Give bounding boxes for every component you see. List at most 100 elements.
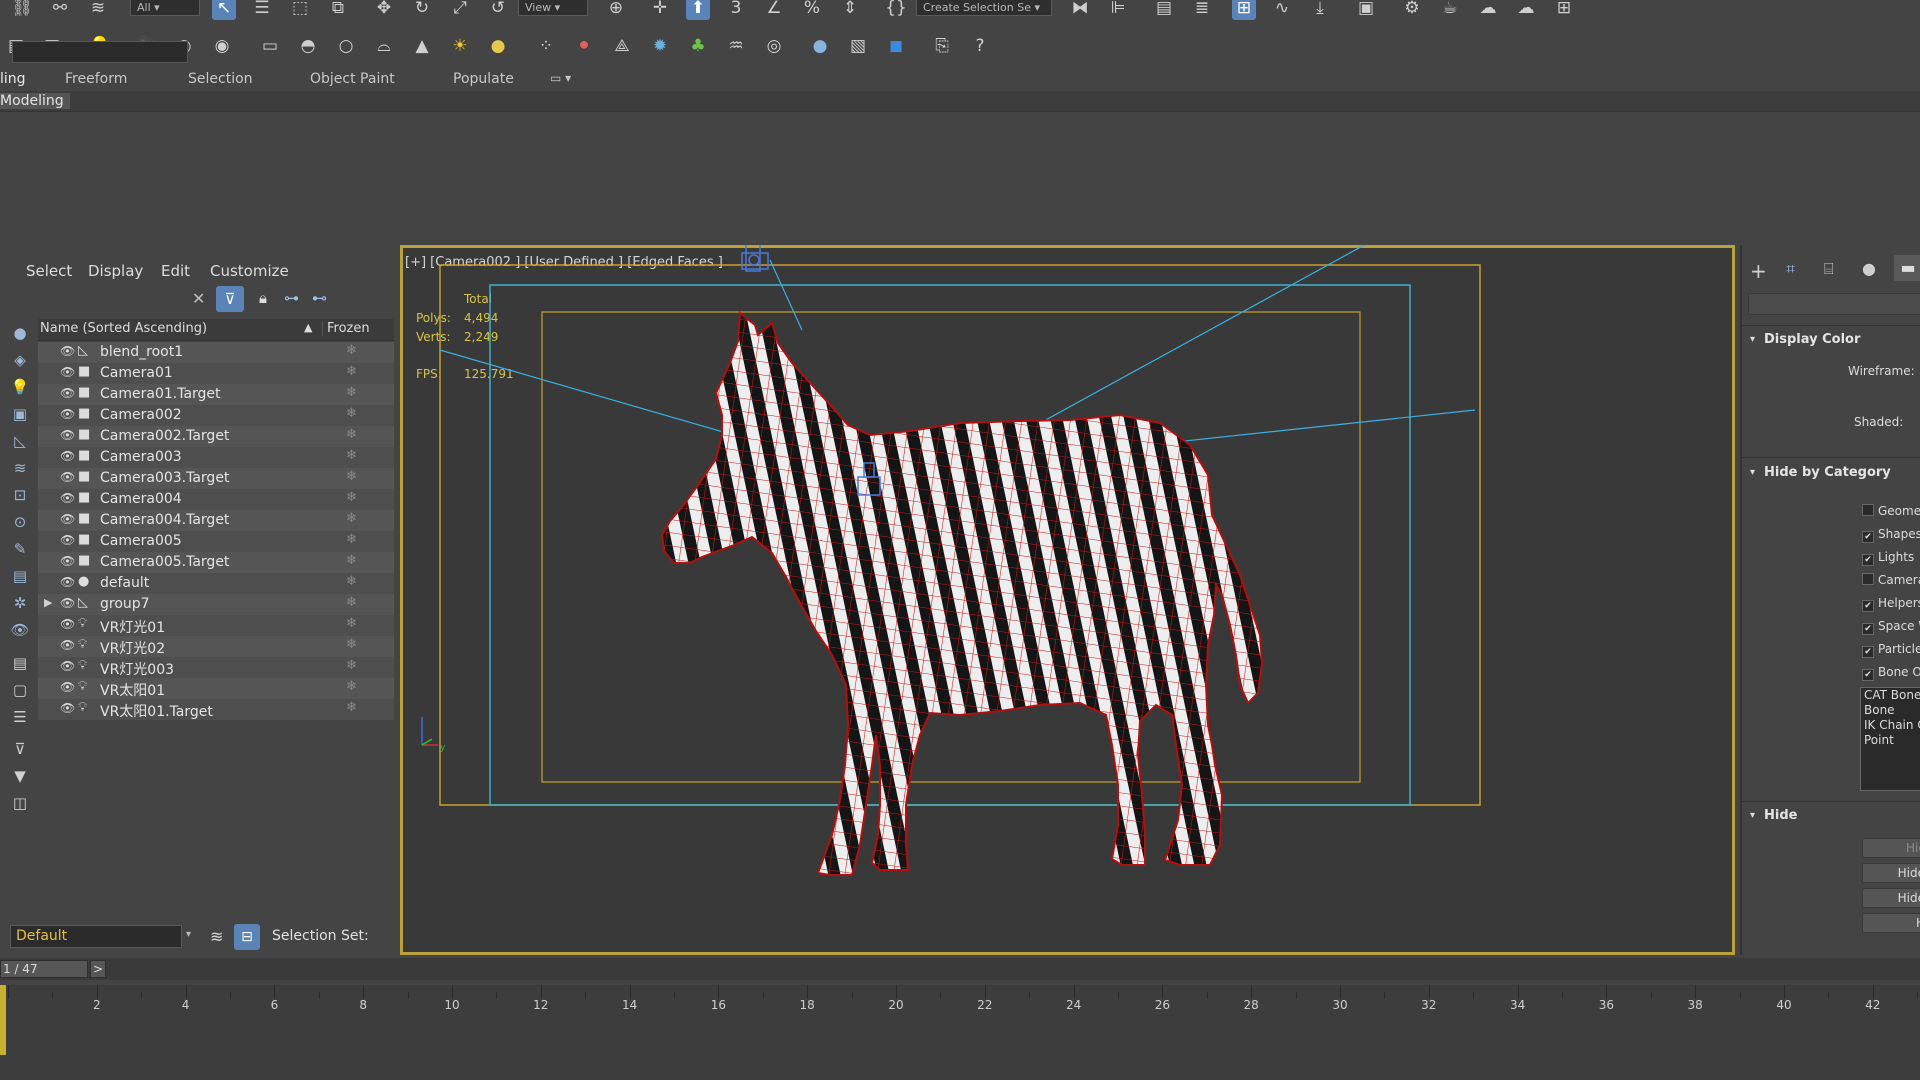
help-icon[interactable]: ? [968, 34, 992, 58]
display-bones-icon[interactable]: ✎ [8, 538, 32, 560]
curve-editor-icon[interactable]: ∿ [1270, 0, 1294, 20]
scene-object-row[interactable]: 👁︎ 💡︎ VR灯光02 ❄ [38, 636, 394, 657]
display-geometry-icon[interactable]: ● [8, 322, 32, 344]
unlink-icon[interactable]: ⚯ [48, 0, 72, 20]
reference-coord-dropdown[interactable]: View ▾ [518, 0, 588, 16]
render-grid-icon[interactable]: ⊞ [1552, 0, 1576, 20]
freeze-toggle-icon[interactable]: ❄ [346, 448, 357, 463]
display-particles-icon[interactable]: ✲ [8, 592, 32, 614]
select-object-icon[interactable]: ↖ [212, 0, 236, 20]
display-color-rollout[interactable]: Display Color [1764, 332, 1860, 347]
tab-selection[interactable]: Selection [188, 71, 253, 87]
hide-by-name-button[interactable]: Hide [1862, 888, 1920, 908]
keyboard-shortcut-override-icon[interactable]: ⬆ [686, 0, 710, 20]
tab-modeling[interactable]: ling [0, 71, 26, 87]
name-column-header[interactable]: Name (Sorted Ascending) [40, 321, 207, 336]
layer-explorer-icon[interactable]: ≣ [1190, 0, 1214, 20]
bucket-icon[interactable]: ◫ [8, 792, 32, 814]
freeze-toggle-icon[interactable]: ❄ [346, 385, 357, 400]
visibility-eye-icon[interactable]: 👁︎ [60, 407, 75, 421]
hierarchy-mode-icon[interactable]: ⊟ [234, 924, 260, 950]
spinner-snap-icon[interactable]: ⇕ [838, 0, 862, 20]
scene-object-row[interactable]: 👁︎ ■ Camera003 ❄ [38, 447, 394, 468]
scale-icon[interactable]: ⤢ [448, 0, 472, 20]
category-list-item[interactable]: CAT Bone [1861, 688, 1920, 703]
category-checkbox[interactable]: ✔ Helpers [1862, 596, 1920, 612]
filter-toggle-icon[interactable]: ▼ [8, 765, 32, 787]
rect-selection-icon[interactable]: ⬚ [288, 0, 312, 20]
scene-object-row[interactable]: 👁︎ 💡︎ VR灯光003 ❄ [38, 657, 394, 678]
scene-object-row[interactable]: 👁︎ ■ Camera005 ❄ [38, 531, 394, 552]
category-checkbox[interactable]: ✔ Shapes [1862, 527, 1920, 543]
scene-object-row[interactable]: 👁︎ 💡︎ VR太阳01.Target ❄ [38, 699, 394, 720]
hide-by-category-rollout[interactable]: Hide by Category [1764, 465, 1891, 480]
category-checkbox[interactable]: ✔ Lights [1862, 550, 1914, 566]
category-list-item[interactable]: IK Chain O [1861, 718, 1920, 733]
freeze-toggle-icon[interactable]: ❄ [346, 700, 357, 715]
render-cloud-icon[interactable]: ☁ [1514, 0, 1538, 20]
hierarchy-tab-icon[interactable]: ⌸ [1824, 259, 1834, 279]
vray-fur-icon[interactable]: ◉ [210, 34, 234, 58]
named-selection-set-dropdown[interactable]: Create Selection Se ▾ [916, 0, 1052, 16]
freeze-toggle-icon[interactable]: ❄ [346, 532, 357, 547]
category-list[interactable]: CAT Bone Bone IK Chain O Point [1860, 687, 1920, 791]
material-editor-icon[interactable]: ▣ [1354, 0, 1378, 20]
scene-object-row[interactable]: 👁︎ ■ Camera004.Target ❄ [38, 510, 394, 531]
menu-select[interactable]: Select [26, 262, 72, 280]
display-all-icon[interactable]: ▤ [8, 652, 32, 674]
scene-object-row[interactable]: 👁︎ ■ Camera002 ❄ [38, 405, 394, 426]
vray-mesh-icon[interactable]: ⟁ [610, 34, 634, 58]
frozen-column-header[interactable]: Frozen [322, 321, 370, 336]
scene-object-row[interactable]: 👁︎ ◺ blend_root1 ❄ [38, 342, 394, 363]
menu-display[interactable]: Display [88, 262, 143, 280]
display-containers-icon[interactable]: ▤ [8, 565, 32, 587]
display-groups-icon[interactable]: ⊡ [8, 484, 32, 506]
hide-by-hit-button[interactable]: H [1862, 913, 1920, 933]
layer-dropdown-arrow-icon[interactable]: ▾ [186, 929, 191, 940]
visibility-eye-icon[interactable]: 👁︎ [60, 617, 75, 631]
visibility-eye-icon[interactable]: 👁︎ [60, 470, 75, 484]
vray-ambient-light-icon[interactable]: ▲ [410, 34, 434, 58]
schematic-view-icon[interactable]: ⤓ [1308, 0, 1332, 20]
sort-ascending-icon[interactable]: ▲ [304, 321, 312, 334]
display-shapes-icon[interactable]: ◈ [8, 349, 32, 371]
freeze-toggle-icon[interactable]: ❄ [346, 469, 357, 484]
freeze-toggle-icon[interactable]: ❄ [346, 427, 357, 442]
vray-scatter-icon[interactable]: ⚫ [572, 34, 596, 58]
scene-object-row[interactable]: 👁︎ 💡︎ VR太阳01 ❄ [38, 678, 394, 699]
expand-arrow-icon[interactable]: ▶ [44, 596, 52, 609]
create-tab-icon[interactable]: + [1750, 259, 1767, 283]
layer-stack-icon[interactable]: ≋ [210, 927, 223, 946]
select-manipulate-icon[interactable]: ✛ [648, 0, 672, 20]
scene-object-row[interactable]: 👁︎ ■ Camera005.Target ❄ [38, 552, 394, 573]
freeze-toggle-icon[interactable]: ❄ [346, 637, 357, 652]
freeze-toggle-icon[interactable]: ❄ [346, 343, 357, 358]
visibility-eye-icon[interactable]: 👁︎ [60, 638, 75, 652]
scene-object-row[interactable]: 👁︎ ■ Camera004 ❄ [38, 489, 394, 510]
selection-filter-dropdown[interactable]: All ▾ [130, 0, 200, 16]
ribbon-options-icon[interactable]: ▭ ▾ [550, 71, 571, 85]
angle-snap-icon[interactable]: ∠ [762, 0, 786, 20]
ribbon-toggle-icon[interactable]: ⊞ [1232, 0, 1256, 20]
bind-spacewarp-icon[interactable]: ≋ [86, 0, 110, 20]
visibility-eye-icon[interactable]: 👁︎ [60, 659, 75, 673]
category-checkbox[interactable]: ✔ Bone Ob [1862, 665, 1920, 681]
placement-icon[interactable]: ↺ [486, 0, 510, 20]
subtab-modeling[interactable]: Modeling [0, 93, 70, 109]
tab-object-paint[interactable]: Object Paint [310, 71, 395, 87]
rendered-frame-icon[interactable]: ☕ [1438, 0, 1462, 20]
checkbox-icon[interactable]: ✔ [1862, 646, 1874, 658]
display-helpers-icon[interactable]: ◺ [8, 430, 32, 452]
motion-tab-icon[interactable]: ● [1862, 259, 1876, 278]
vray-ies-light-icon[interactable]: ⌓ [372, 34, 396, 58]
checkbox-icon[interactable]: ✔ [1862, 623, 1874, 635]
display-lights-icon[interactable]: 💡 [8, 376, 32, 398]
camera-gizmo[interactable] [741, 245, 769, 272]
hide-rollout[interactable]: Hide [1764, 808, 1797, 823]
display-spacewarps-icon[interactable]: ≋ [8, 457, 32, 479]
freeze-toggle-icon[interactable]: ❄ [346, 406, 357, 421]
scene-object-row[interactable]: 👁︎ ■ Camera002.Target ❄ [38, 426, 394, 447]
freeze-toggle-icon[interactable]: ❄ [346, 490, 357, 505]
display-xrefs-icon[interactable]: ⊙ [8, 511, 32, 533]
rotate-icon[interactable]: ↻ [410, 0, 434, 20]
